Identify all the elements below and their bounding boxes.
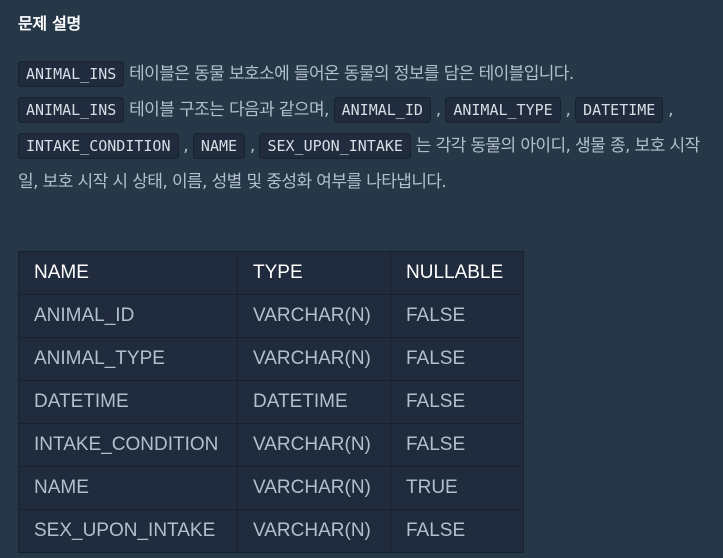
cell-nullable: FALSE (390, 380, 524, 424)
cell-type: VARCHAR(N) (237, 466, 391, 510)
table-name-code: ANIMAL_INS (18, 97, 125, 123)
table-row: SEX_UPON_INTAKE VARCHAR(N) FALSE (18, 509, 524, 553)
column-code: NAME (192, 133, 246, 159)
cell-name: ANIMAL_ID (18, 294, 238, 338)
cell-name: DATETIME (18, 380, 238, 424)
separator: , (178, 136, 193, 156)
column-code: DATETIME (575, 97, 664, 123)
cell-type: DATETIME (237, 380, 391, 424)
header-type: TYPE (237, 251, 391, 295)
description-line-1: ANIMAL_INS 테이블은 동물 보호소에 들어온 동물의 정보를 담은 테… (18, 56, 718, 92)
separator: , (560, 100, 576, 120)
separator: , (430, 100, 446, 120)
table-row: ANIMAL_TYPE VARCHAR(N) FALSE (18, 337, 524, 381)
cell-name: INTAKE_CONDITION (18, 423, 238, 467)
table-row: DATETIME DATETIME FALSE (18, 380, 524, 424)
cell-name: SEX_UPON_INTAKE (18, 509, 238, 553)
cell-name: NAME (18, 466, 238, 510)
schema-table: NAME TYPE NULLABLE ANIMAL_ID VARCHAR(N) … (18, 251, 524, 553)
cell-nullable: FALSE (390, 337, 524, 381)
description-text: ANIMAL_INS 테이블은 동물 보호소에 들어온 동물의 정보를 담은 테… (18, 56, 718, 200)
table-name-code: ANIMAL_INS (18, 61, 125, 87)
cell-type: VARCHAR(N) (237, 423, 391, 467)
cell-type: VARCHAR(N) (237, 294, 391, 338)
table-header-row: NAME TYPE NULLABLE (18, 251, 524, 295)
column-code: ANIMAL_TYPE (445, 97, 561, 123)
cell-name: ANIMAL_TYPE (18, 337, 238, 381)
column-code: INTAKE_CONDITION (18, 133, 179, 159)
cell-type: VARCHAR(N) (237, 509, 391, 553)
separator: , (663, 100, 673, 120)
table-row: ANIMAL_ID VARCHAR(N) FALSE (18, 294, 524, 338)
header-name: NAME (18, 251, 238, 295)
description-line-2: ANIMAL_INS 테이블 구조는 다음과 같으며, ANIMAL_ID , … (18, 92, 718, 200)
cell-nullable: FALSE (390, 294, 524, 338)
description-text-1: 테이블은 동물 보호소에 들어온 동물의 정보를 담은 테이블입니다. (124, 64, 574, 84)
header-nullable: NULLABLE (390, 251, 524, 295)
separator: , (245, 136, 260, 156)
cell-nullable: TRUE (390, 466, 524, 510)
description-text-2: 테이블 구조는 다음과 같으며, (124, 100, 334, 120)
section-title: 문제 설명 (18, 14, 81, 33)
table-row: NAME VARCHAR(N) TRUE (18, 466, 524, 510)
table-row: INTAKE_CONDITION VARCHAR(N) FALSE (18, 423, 524, 467)
cell-nullable: FALSE (390, 423, 524, 467)
cell-type: VARCHAR(N) (237, 337, 391, 381)
cell-nullable: FALSE (390, 509, 524, 553)
column-code: SEX_UPON_INTAKE (259, 133, 411, 159)
column-code: ANIMAL_ID (333, 97, 431, 123)
